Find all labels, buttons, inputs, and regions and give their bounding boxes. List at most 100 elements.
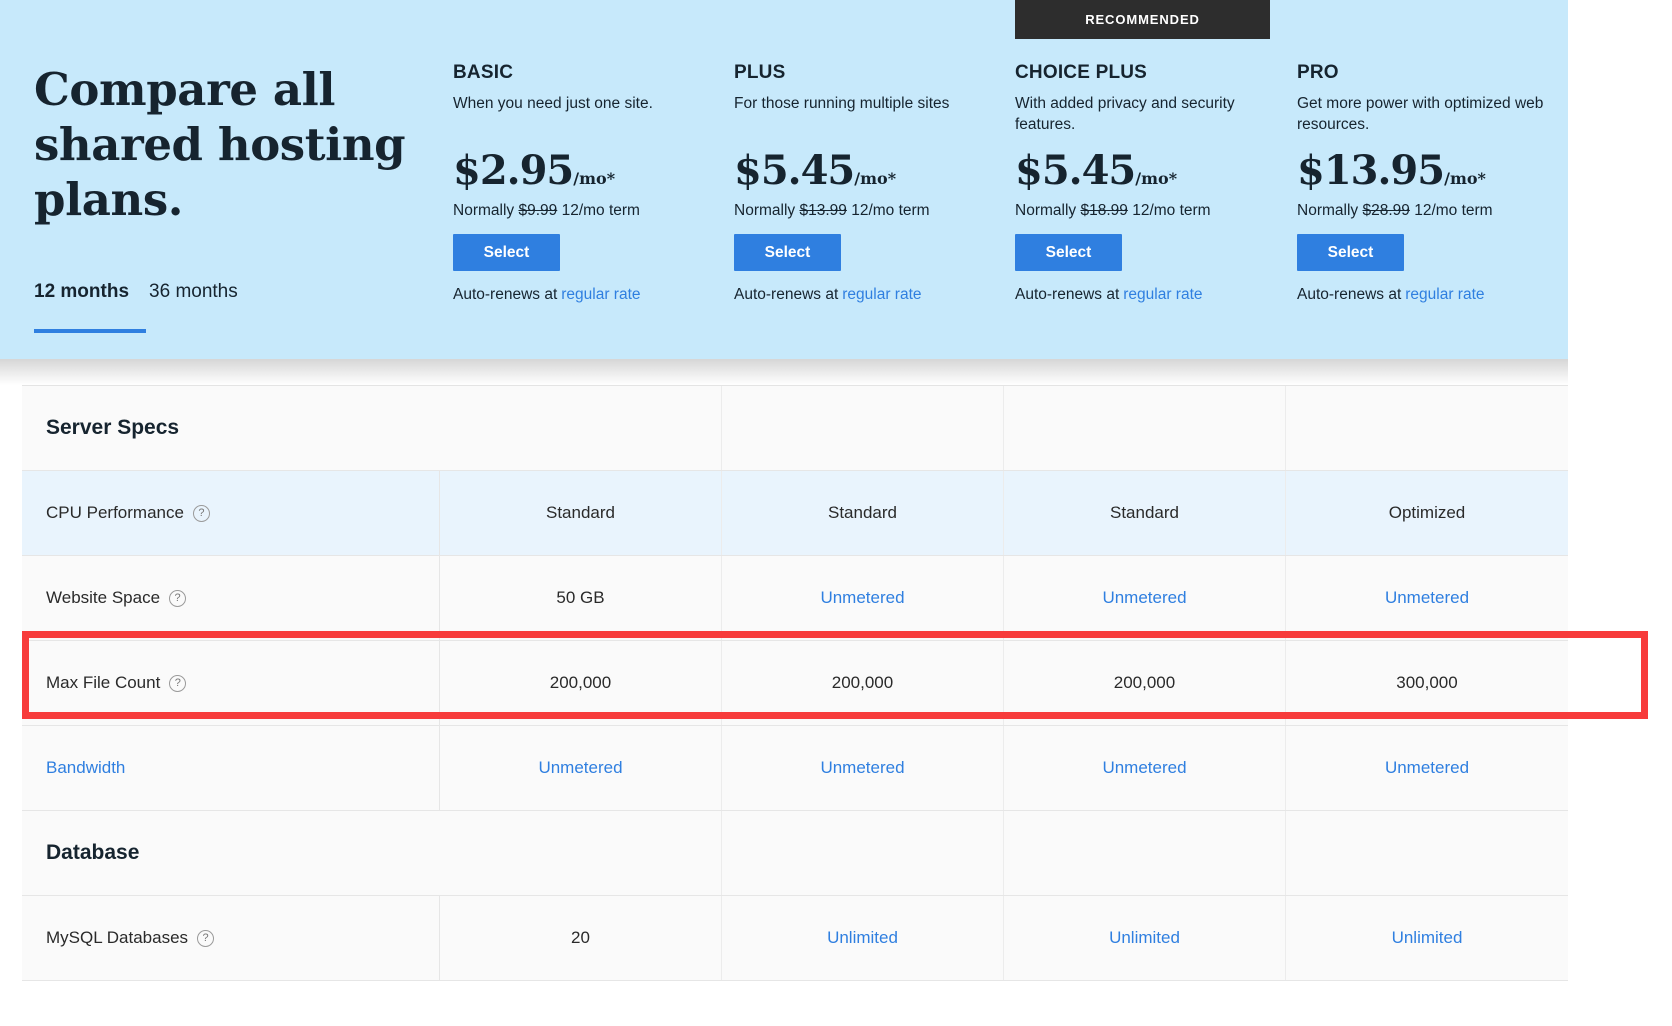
table-value-cell: Standard <box>1004 471 1286 555</box>
table-row: Website Space?50 GBUnmeteredUnmeteredUnm… <box>22 556 1568 641</box>
normally-struck-price: $13.99 <box>799 202 846 219</box>
term-option-36-months[interactable]: 36 months <box>149 281 238 303</box>
hero-section: Compare all shared hosting plans. 12 mon… <box>0 0 1568 359</box>
table-value-cell: Optimized <box>1286 471 1568 555</box>
plan-name: PLUS <box>734 62 1014 84</box>
normally-prefix: Normally <box>1015 202 1076 219</box>
hero-drop-shadow <box>0 359 1568 385</box>
term-option-12-months[interactable]: 12 months <box>34 281 129 303</box>
recommended-badge: RECOMMENDED <box>1015 0 1270 39</box>
help-icon[interactable]: ? <box>197 930 214 947</box>
auto-renew-text: Auto-renews at <box>1015 286 1119 303</box>
regular-rate-link[interactable]: regular rate <box>842 286 921 303</box>
plan-description: For those running multiple sites <box>734 93 984 135</box>
help-icon[interactable]: ? <box>169 590 186 607</box>
pricing-page: Compare all shared hosting plans. 12 mon… <box>0 0 1672 1026</box>
section-title: Database <box>46 841 139 865</box>
plan-price-line: $2.95 /mo* <box>453 147 733 194</box>
table-value-cell <box>722 811 1004 895</box>
plan-normal-price: Normally $13.99 12/mo term <box>734 202 1014 220</box>
normally-suffix: 12/mo term <box>1132 202 1210 219</box>
table-value-cell: 50 GB <box>440 556 722 640</box>
plan-price: $13.95 <box>1297 147 1444 194</box>
table-value-cell <box>1004 811 1286 895</box>
table-value-cell: 20 <box>440 896 722 980</box>
help-icon[interactable]: ? <box>169 675 186 692</box>
table-row: BandwidthUnmeteredUnmeteredUnmeteredUnme… <box>22 726 1568 811</box>
normally-struck-price: $28.99 <box>1362 202 1409 219</box>
auto-renew-note: Auto-renews atregular rate <box>453 286 733 304</box>
plan-name: BASIC <box>453 62 733 84</box>
plan-price-suffix: /mo* <box>854 169 896 188</box>
select-button[interactable]: Select <box>453 234 560 271</box>
row-label: MySQL Databases? <box>46 928 214 948</box>
plan-price-suffix: /mo* <box>573 169 615 188</box>
table-row-label-cell: Database <box>22 811 440 895</box>
auto-renew-text: Auto-renews at <box>1297 286 1401 303</box>
table-value-cell[interactable]: Unmetered <box>1004 556 1286 640</box>
table-value-cell[interactable]: Unlimited <box>1004 896 1286 980</box>
auto-renew-note: Auto-renews atregular rate <box>1015 286 1295 304</box>
hero-heading-block: Compare all shared hosting plans. <box>34 62 414 227</box>
plan-price-line: $5.45 /mo* <box>1015 147 1295 194</box>
select-button[interactable]: Select <box>1015 234 1122 271</box>
table-value-cell[interactable]: Unmetered <box>440 726 722 810</box>
table-value-cell: Standard <box>722 471 1004 555</box>
normally-suffix: 12/mo term <box>1414 202 1492 219</box>
table-row-label-cell: Bandwidth <box>22 726 440 810</box>
table-row-label-cell: Server Specs <box>22 386 440 470</box>
plan-name: PRO <box>1297 62 1577 84</box>
select-button[interactable]: Select <box>734 234 841 271</box>
regular-rate-link[interactable]: regular rate <box>1123 286 1202 303</box>
normally-prefix: Normally <box>1297 202 1358 219</box>
section-title: Server Specs <box>46 416 179 440</box>
term-active-underline <box>34 329 146 333</box>
plan-normal-price: Normally $28.99 12/mo term <box>1297 202 1577 220</box>
table-value-cell[interactable]: Unmetered <box>1004 726 1286 810</box>
table-value-cell[interactable]: Unmetered <box>1286 556 1568 640</box>
plan-description: When you need just one site. <box>453 93 703 135</box>
row-label: Max File Count? <box>46 673 186 693</box>
normally-suffix: 12/mo term <box>562 202 640 219</box>
normally-struck-price: $18.99 <box>1080 202 1127 219</box>
table-value-cell[interactable]: Unmetered <box>1286 726 1568 810</box>
normally-prefix: Normally <box>734 202 795 219</box>
row-label: Website Space? <box>46 588 186 608</box>
table-value-cell: 300,000 <box>1286 641 1568 725</box>
plan-price: $5.45 <box>1015 147 1135 194</box>
table-value-cell <box>440 811 722 895</box>
table-section-row: Server Specs <box>22 386 1568 471</box>
plan-price: $2.95 <box>453 147 573 194</box>
plan-card-basic: BASIC When you need just one site. $2.95… <box>453 62 733 304</box>
term-toggle[interactable]: 12 months 36 months <box>34 281 238 303</box>
select-button[interactable]: Select <box>1297 234 1404 271</box>
auto-renew-note: Auto-renews atregular rate <box>734 286 1014 304</box>
regular-rate-link[interactable]: regular rate <box>561 286 640 303</box>
auto-renew-text: Auto-renews at <box>734 286 838 303</box>
table-value-cell: 200,000 <box>722 641 1004 725</box>
row-label: CPU Performance? <box>46 503 210 523</box>
table-value-cell[interactable]: Unlimited <box>1286 896 1568 980</box>
plan-normal-price: Normally $18.99 12/mo term <box>1015 202 1295 220</box>
table-value-cell <box>1286 811 1568 895</box>
row-label[interactable]: Bandwidth <box>46 758 125 778</box>
table-value-cell: Standard <box>440 471 722 555</box>
table-row-label-cell: MySQL Databases? <box>22 896 440 980</box>
normally-struck-price: $9.99 <box>518 202 557 219</box>
table-value-cell[interactable]: Unmetered <box>722 726 1004 810</box>
table-value-cell: 200,000 <box>440 641 722 725</box>
plan-price-line: $5.45 /mo* <box>734 147 1014 194</box>
table-row-label-cell: CPU Performance? <box>22 471 440 555</box>
help-icon[interactable]: ? <box>193 505 210 522</box>
plan-price-suffix: /mo* <box>1135 169 1177 188</box>
normally-suffix: 12/mo term <box>851 202 929 219</box>
table-value-cell[interactable]: Unlimited <box>722 896 1004 980</box>
plan-card-plus: PLUS For those running multiple sites $5… <box>734 62 1014 304</box>
table-value-cell[interactable]: Unmetered <box>722 556 1004 640</box>
table-row-label-cell: Max File Count? <box>22 641 440 725</box>
plan-description: Get more power with optimized web resour… <box>1297 93 1547 135</box>
regular-rate-link[interactable]: regular rate <box>1405 286 1484 303</box>
table-value-cell <box>722 386 1004 470</box>
plan-card-choice-plus: CHOICE PLUS With added privacy and secur… <box>1015 62 1295 304</box>
plan-price: $5.45 <box>734 147 854 194</box>
